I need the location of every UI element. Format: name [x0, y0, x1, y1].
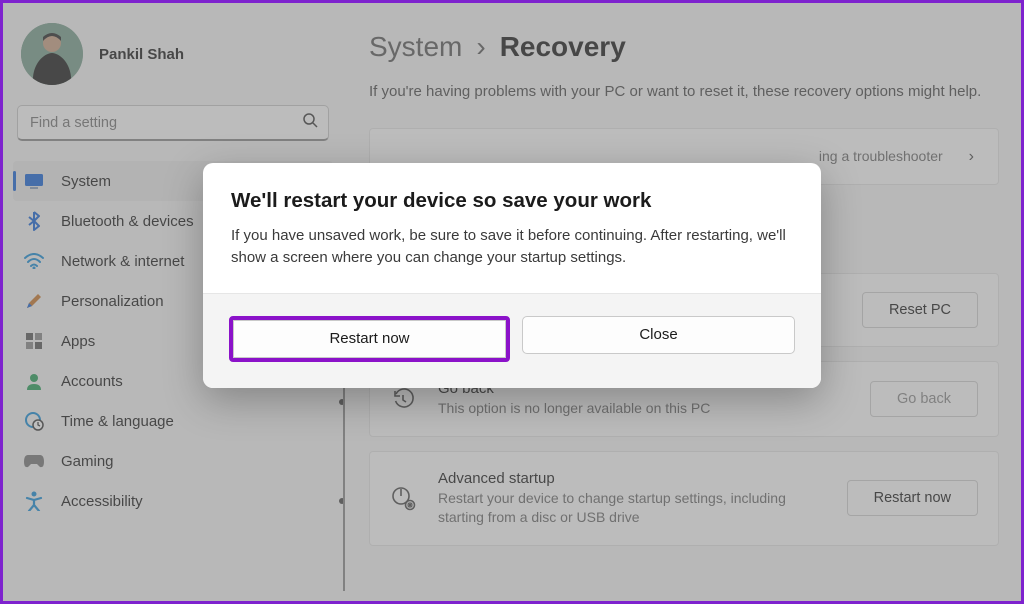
dialog-title: We'll restart your device so save your w…	[231, 189, 793, 213]
highlight-annotation: Restart now	[229, 316, 510, 362]
dialog-restart-now-button[interactable]: Restart now	[233, 320, 506, 358]
dialog-actions: Restart now Close	[203, 293, 821, 388]
modal-overlay: We'll restart your device so save your w…	[3, 3, 1021, 601]
dialog-text: If you have unsaved work, be sure to sav…	[231, 225, 793, 269]
dialog-close-button[interactable]: Close	[522, 316, 795, 354]
restart-dialog: We'll restart your device so save your w…	[203, 163, 821, 388]
